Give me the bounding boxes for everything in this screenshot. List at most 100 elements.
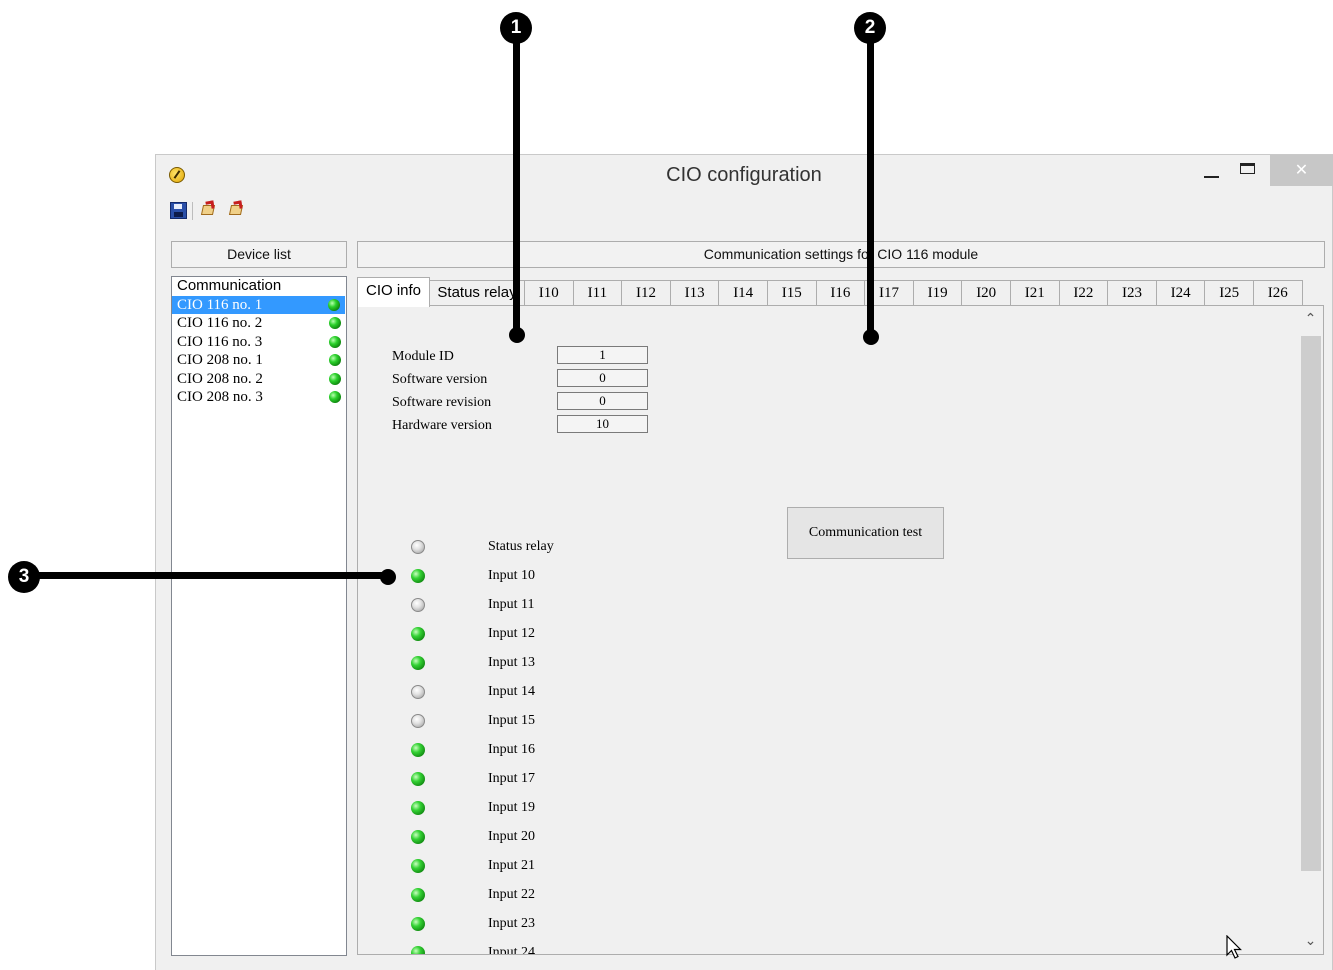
io-status-label: Input 17 [488, 771, 536, 786]
callout-3-dot [380, 569, 396, 585]
tab-i11[interactable]: I11 [572, 280, 623, 306]
field-value: 1 [557, 346, 648, 364]
callout-1-dot [509, 327, 525, 343]
scroll-thumb[interactable] [1301, 336, 1321, 871]
tree-item-device[interactable]: CIO 208 no. 2 [172, 370, 346, 389]
tree-item-label: CIO 208 no. 3 [177, 389, 263, 405]
mouse-cursor-icon [1226, 935, 1242, 959]
led-icon [411, 714, 425, 728]
tab-i22[interactable]: I22 [1058, 280, 1109, 306]
tab-i23[interactable]: I23 [1107, 280, 1157, 306]
io-status-label: Input 20 [488, 829, 536, 844]
io-status-label: Input 21 [488, 858, 536, 873]
tree-item-device[interactable]: CIO 208 no. 3 [172, 388, 346, 407]
field-value: 0 [557, 392, 648, 410]
tree-item-device[interactable]: CIO 116 no. 1 [172, 295, 345, 314]
io-status-row: Input 20 [358, 829, 758, 859]
io-status-row: Input 15 [358, 713, 758, 743]
led-icon [411, 540, 425, 554]
io-status-row: Input 11 [358, 597, 758, 627]
io-status-row: Status relay [358, 539, 758, 569]
tab-i19[interactable]: I19 [912, 280, 963, 306]
communication-test-button[interactable]: Communication test [787, 507, 944, 559]
io-status-row: Input 16 [358, 742, 758, 772]
tree-item-device[interactable]: CIO 116 no. 2 [172, 314, 346, 333]
io-status-row: Input 22 [358, 887, 758, 917]
tab-i21[interactable]: I21 [1010, 280, 1060, 306]
tab-i14[interactable]: I14 [718, 280, 768, 306]
io-status-row: Input 19 [358, 800, 758, 830]
io-status-label: Status relay [488, 539, 554, 554]
field-label: Module ID [392, 349, 454, 364]
tree-item-label: CIO 116 no. 2 [177, 315, 263, 331]
minimize-button[interactable] [1196, 155, 1226, 185]
device-list-header[interactable]: Device list [171, 241, 347, 268]
io-status-row: Input 23 [358, 916, 758, 946]
io-status-row: Input 17 [358, 771, 758, 801]
io-status-row: Input 14 [358, 684, 758, 714]
callout-2-line [867, 40, 874, 336]
title-bar[interactable]: CIO configuration ✕ [156, 155, 1333, 197]
io-status-label: Input 24 [488, 945, 536, 955]
led-icon [329, 317, 341, 329]
field-label: Software version [392, 372, 488, 387]
window-title: CIO configuration [666, 164, 822, 186]
field-value: 10 [557, 415, 648, 433]
io-status-label: Input 16 [488, 742, 536, 757]
close-button[interactable]: ✕ [1270, 155, 1333, 186]
tree-item-device[interactable]: CIO 116 no. 3 [172, 333, 346, 352]
tab-i25[interactable]: I25 [1204, 280, 1254, 306]
tree-item-label: CIO 116 no. 1 [177, 296, 263, 313]
io-status-label: Input 13 [488, 655, 536, 670]
tab-i10[interactable]: I10 [524, 280, 574, 306]
maximize-button[interactable] [1232, 155, 1262, 185]
scroll-up-icon[interactable]: ⌃ [1298, 308, 1323, 330]
io-status-label: Input 10 [488, 568, 536, 583]
callout-3-badge: 3 [8, 561, 40, 593]
io-status-label: Input 11 [488, 597, 535, 612]
led-icon [329, 372, 341, 385]
io-status-row: Input 24 [358, 945, 758, 955]
led-icon [329, 335, 341, 348]
tab-i24[interactable]: I24 [1155, 280, 1206, 306]
led-icon [411, 830, 425, 844]
vertical-scrollbar[interactable]: ⌃ ⌄ [1298, 306, 1323, 954]
led-icon [411, 656, 425, 670]
tab-i16[interactable]: I16 [815, 280, 866, 306]
comm-settings-header: Communication settings for CIO 116 modul… [357, 241, 1325, 268]
callout-1-badge: 1 [500, 12, 532, 44]
led-icon [411, 888, 425, 902]
field-label: Hardware version [392, 418, 492, 433]
tab-i26[interactable]: I26 [1253, 280, 1303, 306]
io-status-row: Input 12 [358, 626, 758, 656]
tool-icon-1[interactable] [200, 200, 217, 219]
callout-1-line [513, 40, 520, 336]
tab-i15[interactable]: I15 [767, 280, 817, 306]
io-status-row: Input 10 [358, 568, 758, 598]
save-icon[interactable] [170, 202, 187, 219]
tab-i20[interactable]: I20 [961, 280, 1011, 306]
scroll-down-icon[interactable]: ⌄ [1298, 930, 1323, 952]
led-icon [411, 946, 425, 954]
callout-2-dot [863, 329, 879, 345]
tree-item-label: CIO 116 no. 3 [177, 333, 263, 350]
io-status-label: Input 23 [488, 916, 536, 931]
led-icon [411, 743, 425, 757]
toolbar-separator [192, 202, 193, 220]
led-icon [329, 391, 341, 403]
led-icon [411, 627, 425, 641]
tab-cio-info[interactable]: CIO info [357, 277, 430, 307]
tree-item-device[interactable]: CIO 208 no. 1 [172, 351, 346, 370]
tab-i13[interactable]: I13 [669, 280, 720, 306]
tool-icon-2[interactable] [228, 200, 245, 219]
tab-i12[interactable]: I12 [621, 280, 671, 306]
callout-2-badge: 2 [854, 12, 886, 44]
tree-item-communication[interactable]: Communication [172, 277, 346, 296]
tab-status-relay[interactable]: Status relay [429, 280, 525, 306]
cio-info-panel: Module ID 1 Software version 0 Software revi… [357, 305, 1324, 955]
led-icon [329, 354, 341, 366]
led-icon [411, 859, 425, 873]
led-icon [328, 298, 340, 311]
device-tree[interactable]: Communication CIO 116 no. 1 CIO 116 no. 2… [171, 276, 347, 956]
io-status-label: Input 12 [488, 626, 536, 641]
